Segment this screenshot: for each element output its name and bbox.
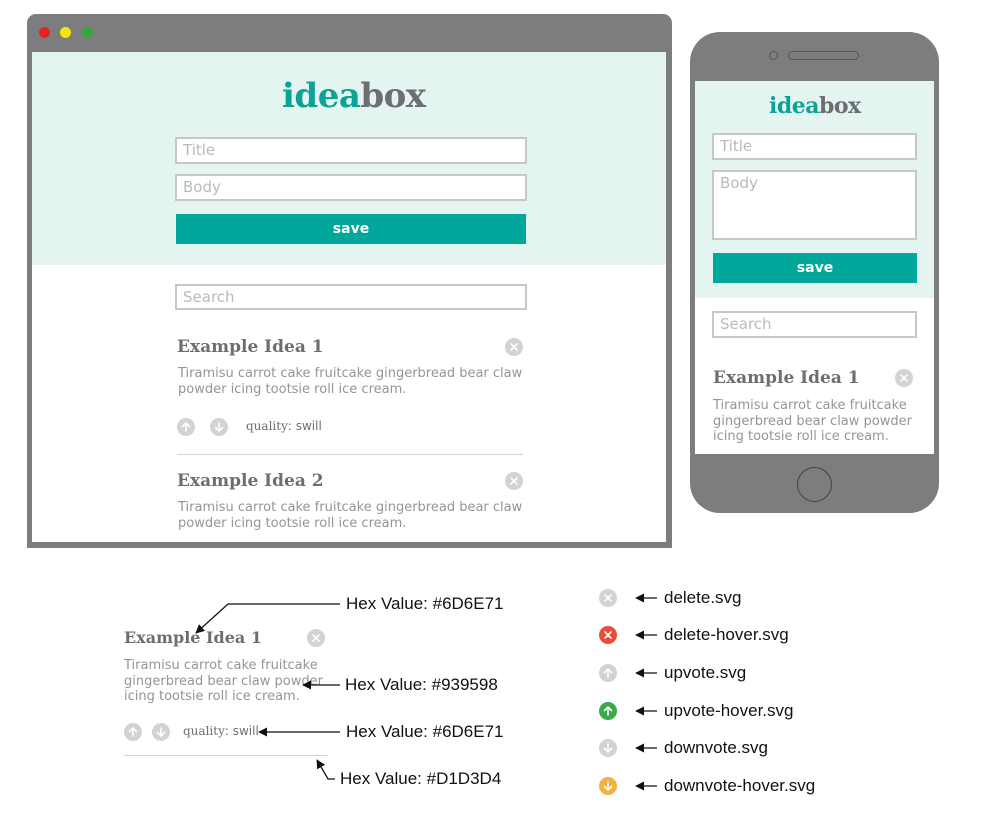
legend-label-upvote: upvote.svg <box>664 663 747 682</box>
legend-label-downvote: downvote.svg <box>664 738 768 757</box>
legend-label-delete: delete.svg <box>664 588 742 607</box>
legend-label-delete-hover: delete-hover.svg <box>664 625 789 644</box>
legend-label-downvote-hover: downvote-hover.svg <box>664 776 816 795</box>
legend-label-upvote-hover: upvote-hover.svg <box>664 701 794 720</box>
legend-arrows <box>635 593 657 791</box>
